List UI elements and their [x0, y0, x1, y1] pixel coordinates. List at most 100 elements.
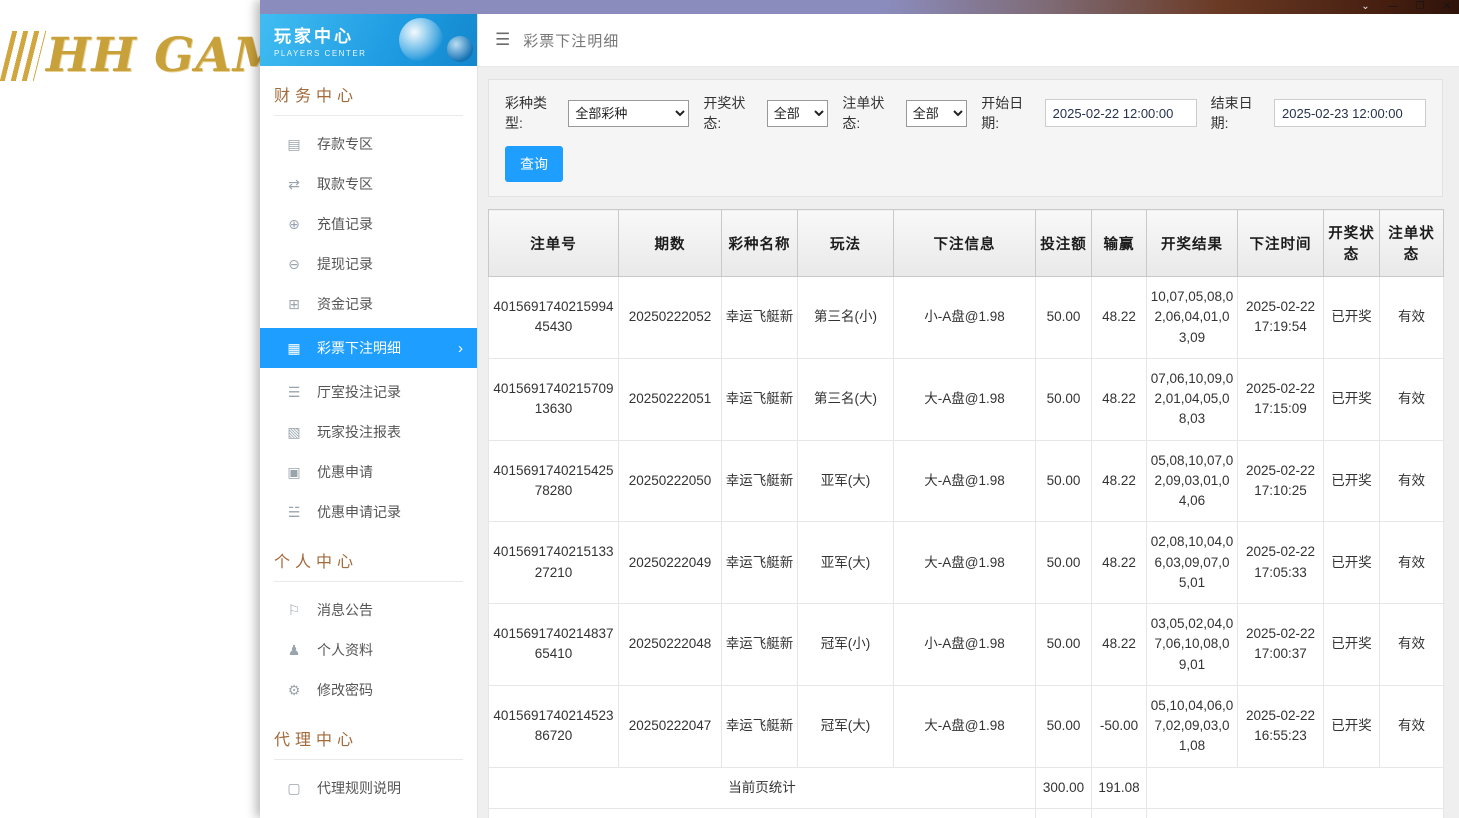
table-cell: 48.22	[1091, 521, 1147, 604]
table-cell: 401569174021513327210	[488, 521, 619, 604]
table-cell: 幸运飞艇新	[721, 357, 798, 441]
sidebar-item-promo-apply-records[interactable]: ☱ 优惠申请记录	[260, 492, 477, 532]
user-icon: ♟	[287, 641, 301, 658]
sidebar-item-deposit-zone[interactable]: ▤ 存款专区	[260, 124, 477, 164]
table-cell: 已开奖	[1323, 521, 1380, 604]
table-cell: 小-A盘@1.98	[893, 603, 1036, 686]
sidebar-header: 玩家中心 PLAYERS CENTER	[260, 14, 477, 66]
table-cell: 20250222048	[618, 603, 722, 686]
table-cell: 48.22	[1091, 439, 1147, 523]
bets-table-wrap: 注单号 期数 彩种名称 玩法 下注信息 投注额 输赢 开奖结果 下注时间 开奖状态 注单状态 401…	[488, 209, 1444, 818]
table-cell: 02,08,10,04,06,03,09,07,05,01	[1146, 521, 1238, 604]
chevron-down-icon[interactable]: ⌄	[1361, 2, 1369, 12]
table-cell: 50.00	[1035, 684, 1092, 768]
summary-cell: 300.00	[1035, 807, 1092, 818]
table-header-row: 注单号 期数 彩种名称 玩法 下注信息 投注额 输赢 开奖结果 下注时间 开奖状态 注单状态	[488, 209, 1444, 277]
sidebar-item-withdrawal-records[interactable]: ⊖ 提现记录	[260, 244, 477, 284]
summary-cell: 191.08	[1091, 807, 1147, 818]
draw-status-select[interactable]: 全部	[766, 99, 829, 127]
page-title: 彩票下注明细	[523, 32, 620, 50]
sidebar-item-hall-bet-records[interactable]: ☰ 厅室投注记录	[260, 372, 477, 412]
table-cell: 有效	[1379, 521, 1444, 604]
table-cell: -50.00	[1091, 684, 1147, 768]
sidebar-item-label: 代理规则说明	[317, 780, 401, 796]
sidebar-item-label: 资金记录	[317, 296, 373, 312]
table-cell: 大-A盘@1.98	[893, 439, 1036, 523]
table-cell: 20250222052	[618, 276, 722, 359]
records-icon: ☰	[287, 383, 301, 400]
gear-icon: ⚙	[287, 681, 301, 698]
minimize-button[interactable]: —	[1388, 2, 1398, 12]
menu-toggle-icon[interactable]: ☰	[495, 30, 510, 50]
start-date-input[interactable]	[1044, 99, 1197, 127]
table-cell: 已开奖	[1323, 684, 1380, 768]
sidebar-item-promo-apply[interactable]: ▣ 优惠申请	[260, 452, 477, 492]
sidebar-item-lottery-bet-details[interactable]: ▦ 彩票下注明细 ›	[260, 328, 477, 368]
table-cell: 有效	[1379, 603, 1444, 686]
filter-panel: 彩种类型: 全部彩种 开奖状态: 全部 注单状态: 全部 开始日期: 2025-…	[488, 79, 1443, 197]
doc-icon: ▢	[287, 779, 301, 796]
sidebar-section-title: 代理中心	[274, 726, 463, 760]
table-cell: 已开奖	[1323, 357, 1380, 441]
summary-cell: 当前页统计	[488, 766, 1036, 809]
card-icon: ▤	[287, 135, 301, 152]
table-cell: 07,06,10,09,02,01,04,05,08,03	[1146, 357, 1238, 441]
column-header: 彩种名称	[721, 209, 798, 277]
table-cell: 401569174021542578280	[488, 439, 619, 523]
sidebar-item-player-bet-report[interactable]: ▧ 玩家投注报表	[260, 412, 477, 452]
close-button[interactable]: ✕	[1443, 2, 1451, 12]
draw-status-label: 开奖状态:	[703, 95, 746, 131]
summary-cell	[1146, 807, 1444, 818]
sidebar-item-profile[interactable]: ♟ 个人资料	[260, 630, 477, 670]
sidebar-item-withdraw-zone[interactable]: ⇄ 取款专区	[260, 164, 477, 204]
bet-status-select[interactable]: 全部	[905, 99, 968, 127]
column-header: 输赢	[1091, 209, 1147, 277]
sidebar-item-label: 取款专区	[317, 176, 373, 192]
table-cell: 48.22	[1091, 276, 1147, 359]
table-cell: 05,10,04,06,07,02,09,03,01,08	[1146, 684, 1238, 768]
withdraw-icon: ⊖	[288, 255, 300, 272]
sidebar-item-agent-rules[interactable]: ▢ 代理规则说明	[260, 768, 477, 808]
table-cell: 20250222049	[618, 521, 722, 604]
sidebar-item-change-password[interactable]: ⚙ 修改密码	[260, 670, 477, 710]
table-cell: 03,05,02,04,07,06,10,08,09,01	[1146, 603, 1238, 686]
column-header: 下注时间	[1237, 209, 1324, 277]
table-cell: 401569174021570913630	[488, 357, 619, 441]
lottery-type-select[interactable]: 全部彩种	[568, 99, 690, 127]
sidebar-item-announcements[interactable]: ⚐ 消息公告	[260, 590, 477, 630]
bell-icon: ⚐	[287, 601, 301, 618]
maximize-button[interactable]: ❐	[1416, 2, 1425, 12]
window-titlebar: ⌄ — ❐ ✕	[260, 0, 1459, 14]
table-cell: 大-A盘@1.98	[893, 521, 1036, 604]
sidebar-item-recharge-records[interactable]: ⊕ 充值记录	[260, 204, 477, 244]
table-cell: 2025-02-22 17:15:09	[1237, 357, 1324, 441]
table-row: 401569174021542578280 20250222050 幸运飞艇新 亚军(…	[488, 439, 1444, 523]
table-cell: 亚军(大)	[797, 439, 894, 523]
table-cell: 幸运飞艇新	[721, 439, 798, 523]
table-cell: 50.00	[1035, 521, 1092, 604]
sidebar-item-label: 优惠申请	[317, 464, 373, 480]
sidebar: 玩家中心 PLAYERS CENTER 财务中心 ▤ 存款专区 ⇄ 取款专区 ⊕ 充值记录 ⊖…	[260, 14, 478, 818]
sidebar-item-label: 优惠申请记录	[317, 504, 401, 520]
table-cell: 有效	[1379, 276, 1444, 359]
column-header: 玩法	[797, 209, 894, 277]
query-button[interactable]: 查询	[505, 146, 563, 182]
sidebar-item-fund-records[interactable]: ⊞ 资金记录	[260, 284, 477, 324]
table-cell: 20250222051	[618, 357, 722, 441]
list-icon: ▦	[287, 339, 301, 356]
logo-bars-icon	[0, 30, 47, 81]
end-date-input[interactable]	[1274, 99, 1427, 127]
table-cell: 小-A盘@1.98	[893, 276, 1036, 359]
sidebar-item-label: 提现记录	[317, 256, 373, 272]
column-header: 期数	[618, 209, 722, 277]
sidebar-item-label: 个人资料	[317, 642, 373, 658]
sidebar-item-agent-team-stats[interactable]: ▥代理团队统计	[260, 808, 477, 818]
table-cell: 48.22	[1091, 603, 1147, 686]
sidebar-title: 玩家中心	[274, 27, 354, 46]
table-cell: 第三名(大)	[797, 357, 894, 441]
table-row: 401569174021513327210 20250222049 幸运飞艇新 亚军(…	[488, 521, 1444, 604]
table-cell: 2025-02-22 17:19:54	[1237, 276, 1324, 359]
summary-cell: 300.00	[1035, 766, 1092, 809]
column-header: 下注信息	[893, 209, 1036, 277]
main-content: ☰ 彩票下注明细 彩种类型: 全部彩种 开奖状态: 全部 注单状态: 全部 开始…	[478, 14, 1459, 818]
